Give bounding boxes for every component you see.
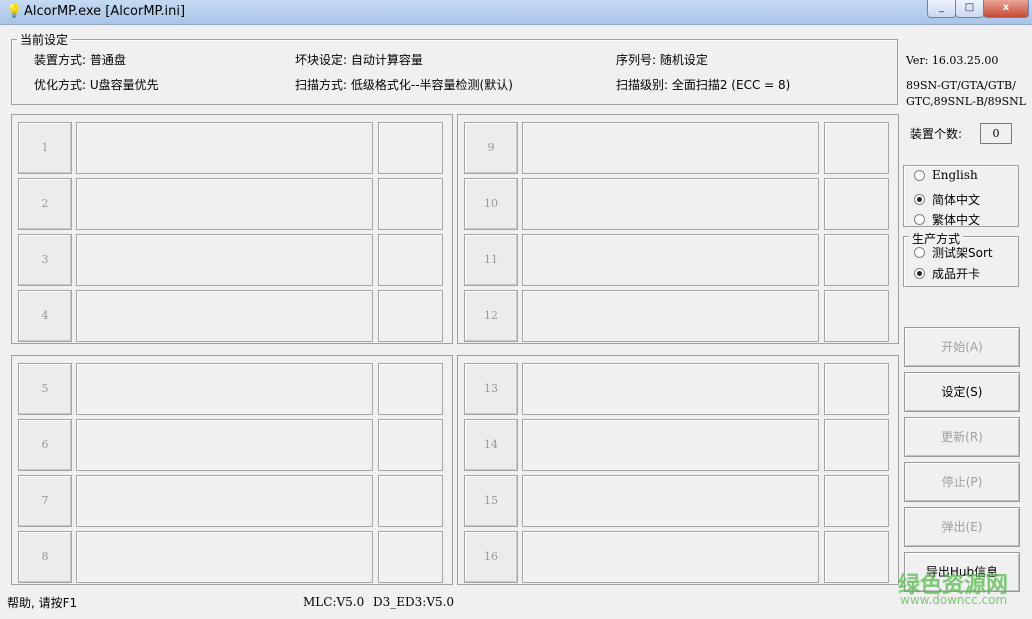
slot-button-8[interactable]: 8 — [18, 531, 72, 583]
lang-english-radio[interactable]: English — [914, 168, 978, 182]
slot-capacity-field — [378, 122, 443, 174]
prod-test-rack-radio[interactable]: 测试架Sort — [914, 244, 993, 261]
eject-button[interactable]: 弹出(E) — [904, 507, 1020, 547]
slot-button-6[interactable]: 6 — [18, 419, 72, 471]
slot-capacity-field — [824, 234, 889, 286]
slot-button-2[interactable]: 2 — [18, 178, 72, 230]
slot-status-field — [522, 122, 819, 174]
radio-dot-icon — [914, 247, 925, 258]
radio-dot-icon — [914, 214, 925, 225]
slot-capacity-field — [378, 475, 443, 527]
slot-status-field — [76, 290, 373, 342]
slot-capacity-field — [378, 363, 443, 415]
slot-status-field — [76, 122, 373, 174]
slot-status-field — [522, 290, 819, 342]
slot-button-13[interactable]: 13 — [464, 363, 518, 415]
slot-button-16[interactable]: 16 — [464, 531, 518, 583]
slot-capacity-field — [378, 178, 443, 230]
slot-button-11[interactable]: 11 — [464, 234, 518, 286]
slot-status-field — [522, 419, 819, 471]
slot-button-12[interactable]: 12 — [464, 290, 518, 342]
slot-status-field — [76, 475, 373, 527]
window-title: AlcorMP.exe [AlcorMP.ini] — [24, 4, 186, 19]
slot-button-4[interactable]: 4 — [18, 290, 72, 342]
status-mlc: MLC:V5.0 — [303, 595, 365, 609]
device-count-value: 0 — [980, 123, 1012, 144]
models-line1: 89SN-GT/GTA/GTB/ — [906, 79, 1016, 92]
lang-traditional-radio[interactable]: 繁体中文 — [914, 211, 980, 228]
slot-status-field — [522, 475, 819, 527]
slot-capacity-field — [824, 290, 889, 342]
device-count-label: 装置个数: — [910, 127, 963, 141]
current-settings-legend: 当前设定 — [17, 31, 72, 48]
slot-status-field — [76, 531, 373, 583]
slot-button-10[interactable]: 10 — [464, 178, 518, 230]
start-button[interactable]: 开始(A) — [904, 327, 1020, 367]
slot-status-field — [76, 419, 373, 471]
bad-block-label: 坏块设定: 自动计算容量 — [295, 53, 423, 67]
slot-capacity-field — [824, 531, 889, 583]
status-d3: D3_ED3:V5.0 — [373, 595, 455, 609]
app-bulb-icon: 💡 — [6, 4, 23, 19]
slot-status-field — [76, 234, 373, 286]
watermark-url: www.downcc.com — [900, 593, 1008, 607]
slot-capacity-field — [378, 290, 443, 342]
stop-button[interactable]: 停止(P) — [904, 462, 1020, 502]
slot-capacity-field — [378, 419, 443, 471]
slot-status-field — [76, 363, 373, 415]
slot-button-5[interactable]: 5 — [18, 363, 72, 415]
slot-button-7[interactable]: 7 — [18, 475, 72, 527]
slot-status-field — [522, 234, 819, 286]
models-line2: GTC,89SNL-B/89SNL — [906, 95, 1027, 108]
close-button[interactable]: x — [983, 0, 1029, 18]
status-help: 帮助, 请按F1 — [7, 596, 78, 610]
slot-status-field — [76, 178, 373, 230]
lang-simplified-radio[interactable]: 简体中文 — [914, 191, 980, 208]
radio-dot-icon — [914, 268, 925, 279]
minimize-button[interactable]: _ — [927, 0, 956, 18]
slot-button-14[interactable]: 14 — [464, 419, 518, 471]
slot-capacity-field — [824, 419, 889, 471]
slot-capacity-field — [824, 363, 889, 415]
slot-capacity-field — [824, 122, 889, 174]
slot-capacity-field — [824, 475, 889, 527]
slot-status-field — [522, 363, 819, 415]
slot-button-3[interactable]: 3 — [18, 234, 72, 286]
settings-button[interactable]: 设定(S) — [904, 372, 1020, 412]
slot-capacity-field — [378, 234, 443, 286]
mount-mode-label: 装置方式: 普通盘 — [34, 53, 126, 67]
prod-finished-card-radio[interactable]: 成品开卡 — [914, 265, 980, 282]
title-bar: 💡 AlcorMP.exe [AlcorMP.ini] _ □ x — [0, 0, 1032, 25]
slot-status-field — [522, 531, 819, 583]
slot-capacity-field — [824, 178, 889, 230]
version-label: Ver: 16.03.25.00 — [906, 54, 999, 67]
slot-button-1[interactable]: 1 — [18, 122, 72, 174]
radio-dot-icon — [914, 169, 925, 181]
scan-mode-label: 扫描方式: 低级格式化--半容量检测(默认) — [295, 78, 513, 92]
serial-label: 序列号: 随机设定 — [616, 53, 708, 67]
optimize-label: 优化方式: U盘容量优先 — [34, 78, 159, 92]
slot-button-15[interactable]: 15 — [464, 475, 518, 527]
slot-status-field — [522, 178, 819, 230]
radio-dot-icon — [914, 194, 925, 205]
refresh-button[interactable]: 更新(R) — [904, 417, 1020, 457]
scan-level-label: 扫描级别: 全面扫描2 (ECC = 8) — [616, 78, 791, 92]
slot-button-9[interactable]: 9 — [464, 122, 518, 174]
slot-capacity-field — [378, 531, 443, 583]
current-settings-group — [11, 39, 898, 105]
maximize-button[interactable]: □ — [955, 0, 984, 18]
